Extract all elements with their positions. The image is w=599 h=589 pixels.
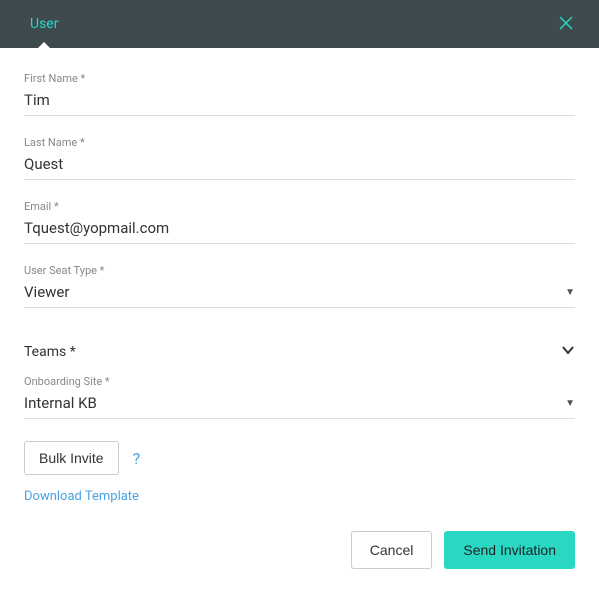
tab-user[interactable]: User	[0, 0, 88, 48]
email-input-wrap	[24, 217, 575, 244]
email-field: Email *	[24, 200, 575, 244]
help-icon[interactable]: ?	[133, 449, 141, 468]
email-label: Email *	[24, 200, 575, 213]
email-input[interactable]	[24, 217, 575, 239]
seat-type-value: Viewer	[24, 281, 557, 303]
teams-label: Teams *	[24, 344, 76, 360]
seat-type-field: User Seat Type * Viewer ▼	[24, 264, 575, 308]
download-template-link[interactable]: Download Template	[24, 489, 139, 504]
modal-header: User	[0, 0, 599, 48]
chevron-down-icon: ▼	[565, 287, 575, 298]
cancel-button[interactable]: Cancel	[351, 531, 433, 569]
last-name-field: Last Name *	[24, 136, 575, 180]
teams-field[interactable]: Teams *	[24, 342, 575, 361]
tab-user-label: User	[30, 16, 58, 32]
bulk-invite-button[interactable]: Bulk Invite	[24, 441, 119, 475]
bulk-actions-row: Bulk Invite ?	[24, 441, 575, 475]
chevron-down-icon: ▼	[565, 398, 575, 409]
last-name-label: Last Name *	[24, 136, 575, 149]
first-name-input[interactable]	[24, 89, 575, 111]
first-name-field: First Name *	[24, 72, 575, 116]
modal-content: First Name * Last Name * Email * User Se…	[0, 48, 599, 515]
onboarding-site-select[interactable]: Internal KB ▼	[24, 392, 575, 419]
last-name-input[interactable]	[24, 153, 575, 175]
onboarding-site-field: Onboarding Site * Internal KB ▼	[24, 375, 575, 419]
first-name-label: First Name *	[24, 72, 575, 85]
chevron-down-icon	[561, 342, 575, 361]
seat-type-select[interactable]: Viewer ▼	[24, 281, 575, 308]
onboarding-site-value: Internal KB	[24, 392, 557, 414]
onboarding-site-label: Onboarding Site *	[24, 375, 575, 388]
modal-footer: Cancel Send Invitation	[0, 515, 599, 589]
user-invite-modal: User First Name * Last Name * Email * U	[0, 0, 599, 589]
seat-type-label: User Seat Type *	[24, 264, 575, 277]
close-icon[interactable]	[553, 8, 579, 41]
first-name-input-wrap	[24, 89, 575, 116]
last-name-input-wrap	[24, 153, 575, 180]
send-invitation-button[interactable]: Send Invitation	[444, 531, 575, 569]
